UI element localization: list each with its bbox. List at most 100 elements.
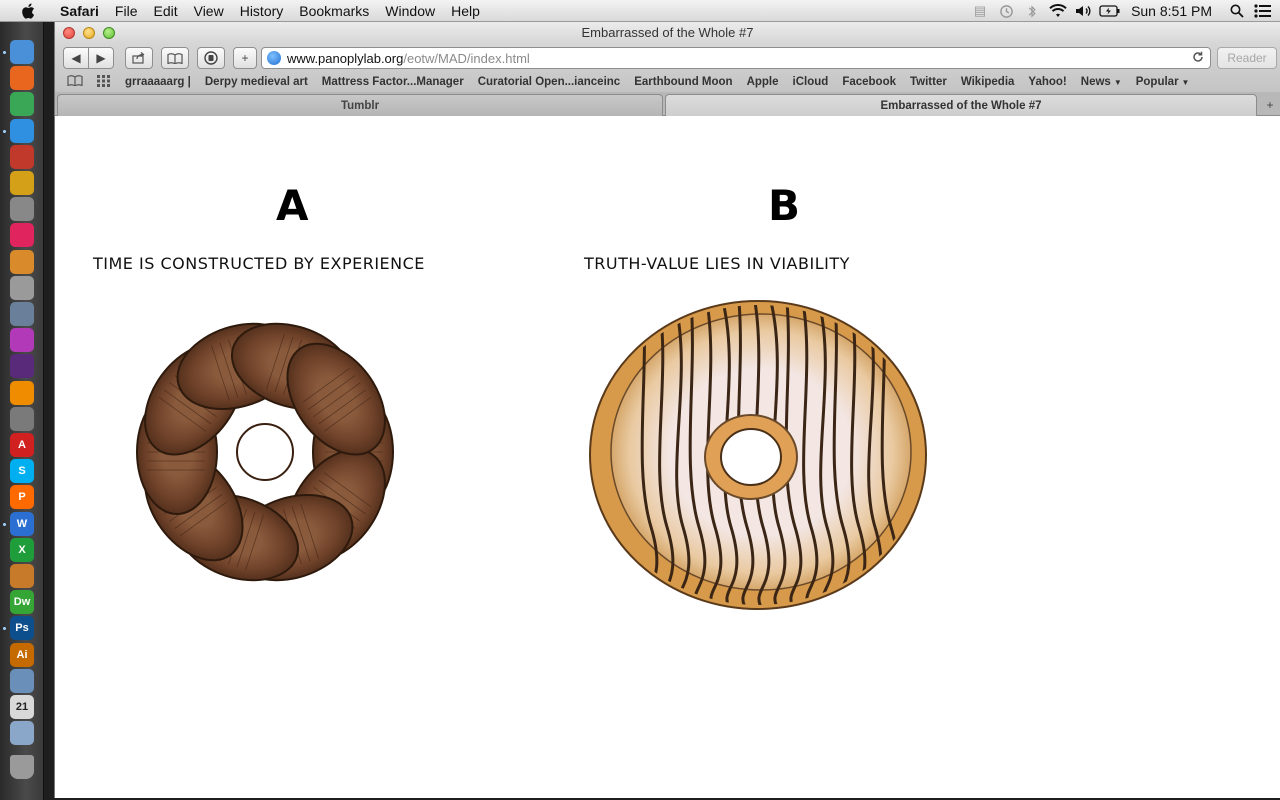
add-tab-icon[interactable]: + xyxy=(1260,94,1280,116)
time-machine-icon[interactable] xyxy=(993,0,1019,22)
url-path: /eotw/MAD/index.html xyxy=(403,50,530,66)
status-area: ▤ Sun 8:51 PM xyxy=(967,0,1280,22)
tab-tumblr[interactable]: Tumblr xyxy=(57,94,663,116)
acrobat-icon[interactable]: A xyxy=(10,433,34,457)
trash-icon[interactable] xyxy=(10,755,34,780)
word-icon[interactable]: W xyxy=(10,511,34,536)
notification-center-icon[interactable] xyxy=(1250,0,1276,22)
web-page: A TIME IS CONSTRUCTED BY EXPERIENCE B TR… xyxy=(55,117,1280,798)
globe-icon xyxy=(267,51,281,65)
excel-icon[interactable]: X xyxy=(10,537,34,562)
bookmark-label: Twitter xyxy=(910,76,947,88)
safari-icon[interactable] xyxy=(10,118,34,143)
imovie-star-icon[interactable] xyxy=(10,171,34,195)
browser-toolbar: ◀ ▶ + www.panoplylab.org/eotw/MAD/index.… xyxy=(55,44,1280,92)
calculator-icon[interactable] xyxy=(10,275,34,300)
bookmark-label: grraaaaarg | xyxy=(125,76,191,88)
menu-bar: Safari File Edit View History Bookmarks … xyxy=(0,0,1280,22)
back-button[interactable]: ◀ xyxy=(63,47,89,69)
dreamweaver-icon[interactable]: Dw xyxy=(10,590,34,615)
tab-label: Tumblr xyxy=(340,99,380,112)
bookmark-item[interactable]: Wikipedia xyxy=(954,76,1022,88)
system-preferences-icon[interactable] xyxy=(10,406,34,431)
pages-icon[interactable]: P xyxy=(10,485,34,510)
bookmark-label: News xyxy=(1080,76,1111,88)
garageband-icon[interactable] xyxy=(10,249,34,274)
bookmark-item[interactable]: Curatorial Open...ianceinc xyxy=(471,76,628,88)
option-a-caption: TIME IS CONSTRUCTED BY EXPERIENCE xyxy=(93,254,425,273)
audio-icon[interactable] xyxy=(10,354,34,379)
apple-menu-icon[interactable] xyxy=(18,3,40,19)
address-bar[interactable]: www.panoplylab.org/eotw/MAD/index.html xyxy=(261,47,1211,69)
menu-file[interactable]: File xyxy=(107,0,146,22)
preview-icon[interactable] xyxy=(10,302,34,326)
window-titlebar: Embarrassed of the Whole #7 xyxy=(55,22,1280,44)
firefox-icon[interactable] xyxy=(10,66,34,91)
bookmark-label: Wikipedia xyxy=(960,76,1015,88)
skype-icon[interactable]: S xyxy=(10,459,34,484)
menu-view[interactable]: View xyxy=(186,0,232,22)
option-b-caption: TRUTH-VALUE LIES IN VIABILITY xyxy=(584,254,850,273)
bookmark-item[interactable]: Popular ▼ xyxy=(1129,76,1197,88)
extension-button[interactable] xyxy=(197,47,225,69)
share-button[interactable] xyxy=(125,47,153,69)
calendar-icon[interactable]: 21 xyxy=(10,695,34,719)
chrome-icon[interactable] xyxy=(10,92,34,117)
vlc-icon[interactable] xyxy=(10,380,34,405)
bookmark-item[interactable]: Twitter xyxy=(903,76,954,88)
close-window-icon[interactable] xyxy=(63,27,75,39)
cruller-donut-illustration[interactable] xyxy=(115,297,415,607)
menu-edit[interactable]: Edit xyxy=(145,0,185,22)
illustrator-icon[interactable]: Ai xyxy=(10,642,34,667)
image-capture-icon[interactable] xyxy=(10,721,34,746)
menu-extra-icon[interactable]: ▤ xyxy=(967,0,993,22)
bookmark-item[interactable]: grraaaaarg | xyxy=(118,76,198,88)
chevron-down-icon: ▼ xyxy=(1113,78,1122,87)
chevron-down-icon: ▼ xyxy=(1181,78,1190,87)
bookmark-item[interactable]: Derpy medieval art xyxy=(198,76,315,88)
menu-window[interactable]: Window xyxy=(377,0,443,22)
minimize-window-icon[interactable] xyxy=(83,27,95,39)
tab-bar: Tumblr Embarrassed of the Whole #7 + xyxy=(55,92,1280,116)
bluetooth-icon[interactable] xyxy=(1019,0,1045,22)
bookmark-item[interactable]: Earthbound Moon xyxy=(627,76,739,88)
dvd-player-icon[interactable] xyxy=(10,197,34,222)
bookmark-label: Apple xyxy=(746,76,779,88)
glazed-donut-illustration[interactable] xyxy=(583,287,933,617)
spotlight-search-icon[interactable] xyxy=(1224,0,1250,22)
menu-history[interactable]: History xyxy=(232,0,292,22)
reading-list-icon[interactable] xyxy=(55,75,90,89)
itunes-icon[interactable] xyxy=(10,223,34,248)
bookmark-item[interactable]: Yahoo! xyxy=(1021,76,1073,88)
ufo-icon[interactable] xyxy=(10,328,34,353)
bookmark-item[interactable]: News ▼ xyxy=(1074,76,1129,88)
bookmark-item[interactable]: iCloud xyxy=(786,76,836,88)
tab-embarrassed-of-the-whole[interactable]: Embarrassed of the Whole #7 xyxy=(665,94,1257,116)
bookmark-item[interactable]: Mattress Factor...Manager xyxy=(315,76,471,88)
wifi-icon[interactable] xyxy=(1045,0,1071,22)
iphoto-icon[interactable] xyxy=(10,668,34,693)
bookmark-label: Yahoo! xyxy=(1028,76,1067,88)
menu-clock[interactable]: Sun 8:51 PM xyxy=(1123,3,1224,19)
forward-button[interactable]: ▶ xyxy=(88,47,114,69)
menu-bookmarks[interactable]: Bookmarks xyxy=(291,0,377,22)
battery-icon[interactable] xyxy=(1097,0,1123,22)
option-a-letter: A xyxy=(276,181,309,230)
running-indicator xyxy=(3,522,6,526)
reader-button[interactable]: Reader xyxy=(1217,47,1277,69)
show-bookmarks-button[interactable] xyxy=(161,47,189,69)
menu-app-safari[interactable]: Safari xyxy=(52,0,107,22)
zoom-window-icon[interactable] xyxy=(103,27,115,39)
menu-help[interactable]: Help xyxy=(443,0,488,22)
new-tab-plus-button[interactable]: + xyxy=(233,47,257,69)
photoshop-icon[interactable]: Ps xyxy=(10,616,34,641)
bookmark-item[interactable]: Facebook xyxy=(835,76,903,88)
volume-icon[interactable] xyxy=(1071,0,1097,22)
bookmarks-bar: grraaaaarg | Derpy medieval art Mattress F… xyxy=(55,72,1280,92)
reload-icon[interactable] xyxy=(1192,51,1204,66)
bookmark-item[interactable]: Apple xyxy=(740,76,786,88)
top-sites-grid-icon[interactable] xyxy=(90,74,118,90)
finder-icon[interactable] xyxy=(10,40,34,64)
photo-booth-icon[interactable] xyxy=(10,144,34,169)
image-tool-icon[interactable] xyxy=(10,564,34,588)
